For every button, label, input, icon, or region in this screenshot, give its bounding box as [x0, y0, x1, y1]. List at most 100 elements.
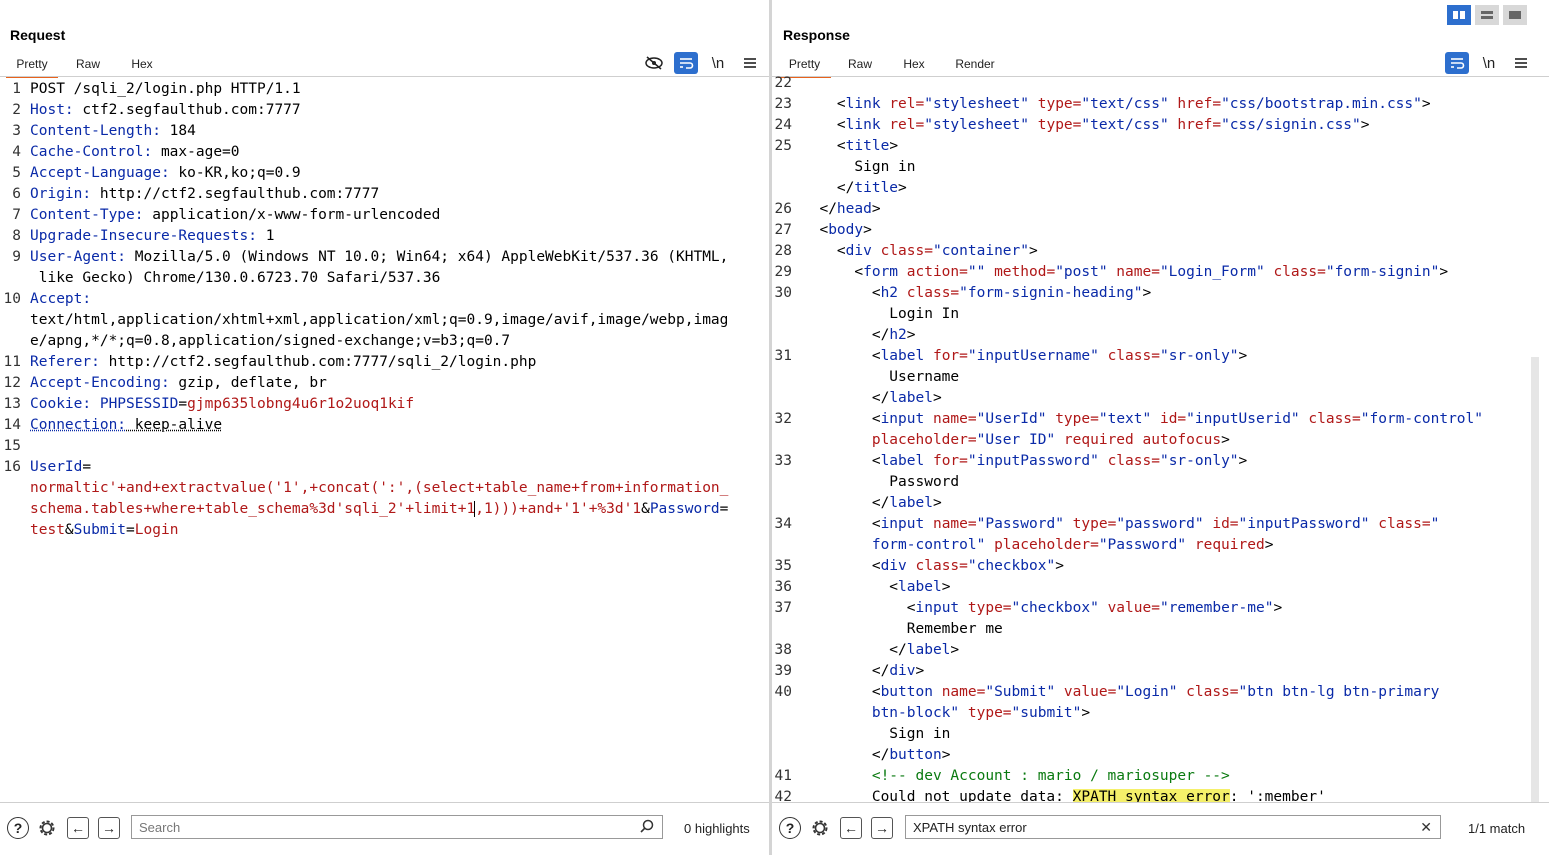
tab-pretty[interactable]: Pretty	[6, 54, 58, 78]
arrow-right-icon[interactable]: →	[869, 815, 895, 841]
response-scrollbar[interactable]	[1531, 357, 1539, 802]
code-token: href=	[1177, 96, 1222, 112]
code-token: <!-- dev Account : mario / mariosuper --…	[802, 768, 1230, 784]
code-token: >	[915, 663, 925, 679]
response-title: Response	[783, 27, 850, 43]
line-number: 26	[774, 201, 792, 217]
code-token: link	[845, 117, 890, 133]
code-line: schema.tables+where+table_schema%3d'sqli…	[0, 499, 769, 520]
code-token: "form-control"	[1360, 411, 1483, 427]
code-token: ko-KR,ko;q=0.9	[169, 165, 301, 181]
code-line: 8 Upgrade-Insecure-Requests: 1	[0, 226, 769, 247]
code-token: &	[641, 501, 650, 517]
code-token: Content-Type:	[30, 207, 144, 223]
code-line: 26 </head>	[772, 199, 1549, 220]
code-token: "password"	[1116, 516, 1213, 532]
line-number: 40	[774, 684, 792, 700]
newline-icon[interactable]: \n	[1477, 52, 1501, 74]
line-number: 38	[774, 642, 792, 658]
search-value: XPATH syntax error	[913, 820, 1027, 835]
code-token: Content-Length:	[30, 123, 161, 139]
line-number: 16	[3, 459, 21, 475]
tab-hex[interactable]: Hex	[118, 54, 166, 76]
arrow-right-icon[interactable]: →	[96, 815, 122, 841]
line-content: </div>	[802, 661, 924, 682]
code-token: "Login_Form"	[1159, 264, 1274, 280]
code-token: Sign in	[802, 726, 951, 742]
code-token: Password	[649, 501, 720, 517]
tab-raw[interactable]: Raw	[58, 54, 118, 76]
code-token: >	[906, 327, 916, 343]
wrap-icon[interactable]	[1445, 52, 1469, 74]
line-content: <label for="inputUsername" class="sr-onl…	[802, 346, 1247, 367]
code-token: "form-signin"	[1325, 264, 1440, 280]
layout-stacked-icon[interactable]	[1475, 5, 1499, 25]
code-token: >	[1360, 117, 1370, 133]
code-token: h2	[880, 285, 907, 301]
code-token: title	[854, 180, 899, 196]
line-content: Content-Type: application/x-www-form-url…	[30, 205, 440, 226]
code-token: type=	[1037, 96, 1082, 112]
eye-slash-icon[interactable]	[642, 52, 666, 74]
code-line: Remember me	[772, 619, 1549, 640]
line-content: <div class="checkbox">	[802, 556, 1064, 577]
menu-icon[interactable]	[1509, 52, 1533, 74]
code-token: 1	[256, 228, 275, 244]
code-token: &	[64, 522, 74, 538]
code-line: 25 <title>	[772, 136, 1549, 157]
arrow-left-icon[interactable]: ←	[65, 815, 91, 841]
code-token: input	[915, 600, 968, 616]
code-line: btn-block" type="submit">	[772, 703, 1549, 724]
newline-icon[interactable]: \n	[706, 52, 730, 74]
line-number: 41	[774, 768, 792, 784]
code-token: id=	[1159, 411, 1187, 427]
line-content: <!-- dev Account : mario / mariosuper --…	[802, 766, 1230, 787]
search-input[interactable]: XPATH syntax error ✕	[905, 815, 1441, 839]
help-icon[interactable]: ?	[777, 815, 803, 841]
line-number: 32	[774, 411, 792, 427]
gear-icon[interactable]	[807, 815, 833, 841]
gear-icon[interactable]	[34, 815, 60, 841]
layout-side-by-side-icon[interactable]	[1447, 5, 1471, 25]
code-line: placeholder="User ID" required autofocus…	[772, 430, 1549, 451]
code-line: 16 UserId=	[0, 457, 769, 478]
line-number: 9	[12, 249, 21, 265]
help-icon[interactable]: ?	[5, 815, 31, 841]
search-input[interactable]: Search	[131, 815, 663, 839]
code-token: name=	[941, 684, 986, 700]
line-content: Content-Length: 184	[30, 121, 196, 142]
line-number: 7	[12, 207, 21, 223]
code-token: keep-alive	[126, 417, 223, 433]
arrow-left-icon[interactable]: ←	[838, 815, 864, 841]
code-token: ,1)))+and+'1'+%3d'1	[474, 501, 642, 517]
response-toolbar: \n	[1445, 52, 1533, 74]
line-content: Origin: http://ctf2.segfaulthub.com:7777	[30, 184, 379, 205]
menu-icon[interactable]	[738, 52, 762, 74]
code-token: gjmp635lobng4u6r1o2uoq1kif	[187, 396, 415, 412]
search-icon[interactable]	[640, 819, 654, 836]
clear-icon[interactable]: ✕	[1420, 819, 1432, 836]
code-token: Origin:	[30, 186, 92, 202]
code-line: Password	[772, 472, 1549, 493]
code-line: 15	[0, 436, 769, 457]
layout-tabs-icon[interactable]	[1503, 5, 1527, 25]
code-token: <	[802, 264, 864, 280]
code-token: PHPSESSID	[99, 396, 179, 412]
wrap-icon[interactable]	[674, 52, 698, 74]
code-token: class=	[1107, 348, 1160, 364]
response-editor[interactable]: 22 23 <link rel="stylesheet" type="text/c…	[772, 73, 1549, 803]
code-token: for=	[932, 348, 968, 364]
line-number: 4	[12, 144, 21, 160]
code-token: Cache-Control:	[30, 144, 153, 160]
request-editor[interactable]: 1 POST /sqli_2/login.php HTTP/1.1 2 Host: c…	[0, 79, 769, 541]
code-token: max-age=0	[152, 144, 240, 160]
code-token: class=	[1186, 684, 1239, 700]
code-line: 4 Cache-Control: max-age=0	[0, 142, 769, 163]
code-token: link	[845, 96, 890, 112]
code-token: "Password"	[976, 516, 1073, 532]
code-token: "text"	[1098, 411, 1160, 427]
code-line: 32 <input name="UserId" type="text" id="…	[772, 409, 1549, 430]
